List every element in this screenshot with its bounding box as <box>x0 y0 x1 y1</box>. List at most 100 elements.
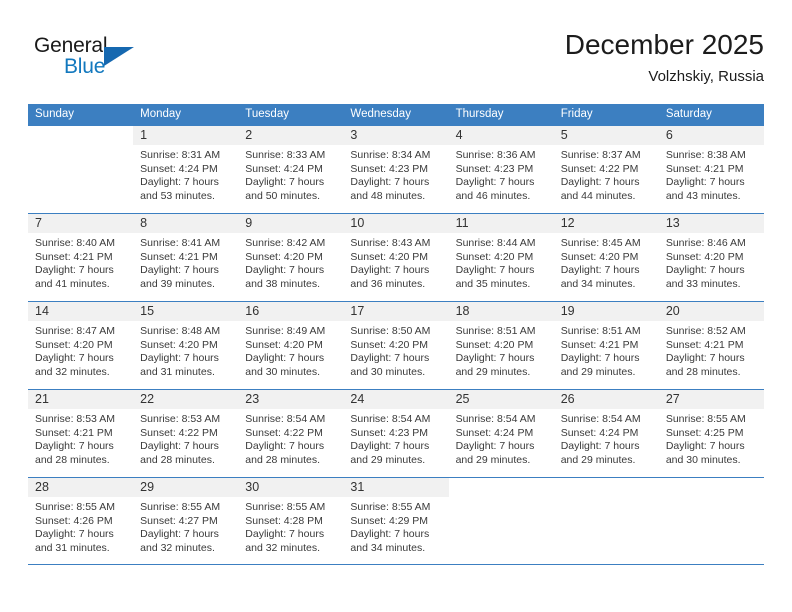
day-cell[interactable]: 25 Sunrise: 8:54 AM Sunset: 4:24 PM Dayligh… <box>448 389 554 477</box>
calendar-week-row: 1 Sunrise: 8:31 AM Sunset: 4:24 PM Daylight… <box>28 125 764 213</box>
day-cell[interactable]: 26 Sunrise: 8:54 AM Sunset: 4:24 PM Dayligh… <box>553 389 659 477</box>
sunrise-time: Sunrise: 8:54 AM <box>245 413 326 425</box>
sunrise-time: Sunrise: 8:46 AM <box>665 237 746 249</box>
day-number <box>553 478 659 497</box>
sunset-time: Sunset: 4:21 PM <box>35 426 113 439</box>
day-cell[interactable]: 29 Sunrise: 8:55 AM Sunset: 4:27 PM Dayligh… <box>133 477 239 565</box>
sunset-time: Sunset: 4:29 PM <box>350 514 429 527</box>
day-cell[interactable]: 11 Sunrise: 8:44 AM Sunset: 4:20 PM Dayligh… <box>448 213 554 301</box>
sunrise-time: Sunrise: 8:41 AM <box>140 237 221 249</box>
day-details: Sunrise: 8:55 AM Sunset: 4:28 PM Daylight:… <box>238 497 343 555</box>
day-number: 21 <box>28 390 134 409</box>
day-cell[interactable]: 13 Sunrise: 8:46 AM Sunset: 4:20 PM Dayligh… <box>658 213 764 301</box>
day-cell[interactable]: 27 Sunrise: 8:55 AM Sunset: 4:25 PM Dayligh… <box>658 389 764 477</box>
day-details: Sunrise: 8:51 AM Sunset: 4:20 PM Daylight:… <box>449 321 554 379</box>
daylight-duration-line2: and 30 minutes. <box>350 365 426 378</box>
day-details: Sunrise: 8:52 AM Sunset: 4:21 PM Daylight:… <box>659 321 764 379</box>
daylight-duration-line2: and 30 minutes. <box>665 453 741 466</box>
day-cell[interactable]: 10 Sunrise: 8:43 AM Sunset: 4:20 PM Dayligh… <box>343 213 449 301</box>
day-cell[interactable]: 28 Sunrise: 8:55 AM Sunset: 4:26 PM Dayligh… <box>28 477 134 565</box>
daylight-duration-line1: Daylight: 7 hours <box>350 528 430 541</box>
calendar-cell: 7 Sunrise: 8:40 AM Sunset: 4:21 PM Daylight… <box>28 213 134 301</box>
sunset-time: Sunset: 4:20 PM <box>560 250 639 263</box>
day-cell[interactable]: 19 Sunrise: 8:51 AM Sunset: 4:21 PM Dayligh… <box>553 301 659 389</box>
day-cell[interactable]: 5 Sunrise: 8:37 AM Sunset: 4:22 PM Daylight… <box>553 125 659 213</box>
daylight-duration-line1: Daylight: 7 hours <box>245 352 325 365</box>
day-cell[interactable]: 23 Sunrise: 8:54 AM Sunset: 4:22 PM Dayligh… <box>238 389 344 477</box>
day-cell[interactable]: 31 Sunrise: 8:55 AM Sunset: 4:29 PM Dayligh… <box>343 477 449 565</box>
calendar-body: 1 Sunrise: 8:31 AM Sunset: 4:24 PM Daylight… <box>28 125 764 565</box>
day-number: 6 <box>658 126 764 145</box>
day-number <box>448 478 554 497</box>
calendar-page: General Blue December 2025 Volzhskiy, Ru… <box>0 0 792 612</box>
day-cell[interactable]: 7 Sunrise: 8:40 AM Sunset: 4:21 PM Daylight… <box>28 213 134 301</box>
day-cell[interactable]: 24 Sunrise: 8:54 AM Sunset: 4:23 PM Dayligh… <box>343 389 449 477</box>
day-cell[interactable]: 1 Sunrise: 8:31 AM Sunset: 4:24 PM Daylight… <box>133 125 239 213</box>
day-cell[interactable]: 22 Sunrise: 8:53 AM Sunset: 4:22 PM Dayligh… <box>133 389 239 477</box>
calendar-cell: 3 Sunrise: 8:34 AM Sunset: 4:23 PM Daylight… <box>343 125 449 213</box>
page-header: General Blue December 2025 Volzhskiy, Ru… <box>28 28 764 96</box>
day-number: 20 <box>658 302 764 321</box>
daylight-duration-line2: and 32 minutes. <box>35 365 110 378</box>
day-cell[interactable]: 15 Sunrise: 8:48 AM Sunset: 4:20 PM Dayligh… <box>133 301 239 389</box>
sunrise-time: Sunrise: 8:55 AM <box>665 413 746 425</box>
day-cell[interactable]: 17 Sunrise: 8:50 AM Sunset: 4:20 PM Dayligh… <box>343 301 449 389</box>
day-number: 8 <box>133 214 239 233</box>
day-cell[interactable]: 20 Sunrise: 8:52 AM Sunset: 4:21 PM Dayligh… <box>658 301 764 389</box>
daylight-duration-line2: and 34 minutes. <box>350 541 426 554</box>
sunset-time: Sunset: 4:23 PM <box>350 162 429 175</box>
day-details: Sunrise: 8:34 AM Sunset: 4:23 PM Daylight:… <box>343 145 448 203</box>
day-cell[interactable]: 4 Sunrise: 8:36 AM Sunset: 4:23 PM Daylight… <box>448 125 554 213</box>
sunrise-time: Sunrise: 8:55 AM <box>245 501 326 513</box>
sunrise-time: Sunrise: 8:34 AM <box>350 149 431 161</box>
day-cell[interactable]: 6 Sunrise: 8:38 AM Sunset: 4:21 PM Daylight… <box>658 125 764 213</box>
sunrise-time: Sunrise: 8:55 AM <box>140 501 221 513</box>
day-cell[interactable]: 14 Sunrise: 8:47 AM Sunset: 4:20 PM Dayligh… <box>28 301 134 389</box>
day-cell[interactable]: 9 Sunrise: 8:42 AM Sunset: 4:20 PM Daylight… <box>238 213 344 301</box>
day-details: Sunrise: 8:55 AM Sunset: 4:29 PM Daylight:… <box>343 497 448 555</box>
day-cell[interactable]: 12 Sunrise: 8:45 AM Sunset: 4:20 PM Dayligh… <box>553 213 659 301</box>
calendar-cell: 15 Sunrise: 8:48 AM Sunset: 4:20 PM Dayligh… <box>133 301 239 389</box>
daylight-duration-line2: and 50 minutes. <box>245 189 320 202</box>
daylight-duration-line1: Daylight: 7 hours <box>665 352 745 365</box>
weekday-header-friday: Friday <box>553 104 659 125</box>
calendar-header-row: Sunday Monday Tuesday Wednesday Thursday… <box>28 104 764 125</box>
day-cell[interactable]: 3 Sunrise: 8:34 AM Sunset: 4:23 PM Daylight… <box>343 125 449 213</box>
day-cell[interactable]: 8 Sunrise: 8:41 AM Sunset: 4:21 PM Daylight… <box>133 213 239 301</box>
daylight-duration-line2: and 44 minutes. <box>560 189 636 202</box>
sunset-time: Sunset: 4:23 PM <box>350 426 429 439</box>
sunrise-time: Sunrise: 8:45 AM <box>560 237 641 249</box>
calendar-cell: 14 Sunrise: 8:47 AM Sunset: 4:20 PM Dayligh… <box>28 301 134 389</box>
day-details: Sunrise: 8:36 AM Sunset: 4:23 PM Daylight:… <box>449 145 554 203</box>
day-details: Sunrise: 8:47 AM Sunset: 4:20 PM Daylight:… <box>28 321 133 379</box>
calendar-cell: 27 Sunrise: 8:55 AM Sunset: 4:25 PM Dayligh… <box>658 389 764 477</box>
day-number: 18 <box>448 302 554 321</box>
sunset-time: Sunset: 4:22 PM <box>140 426 218 439</box>
daylight-duration-line1: Daylight: 7 hours <box>665 264 745 277</box>
day-cell[interactable]: 2 Sunrise: 8:33 AM Sunset: 4:24 PM Daylight… <box>238 125 344 213</box>
day-number: 15 <box>133 302 239 321</box>
daylight-duration-line1: Daylight: 7 hours <box>560 176 640 189</box>
sunset-time: Sunset: 4:25 PM <box>665 426 744 439</box>
day-cell[interactable]: 16 Sunrise: 8:49 AM Sunset: 4:20 PM Dayligh… <box>238 301 344 389</box>
daylight-duration-line2: and 29 minutes. <box>560 365 636 378</box>
day-cell[interactable]: 18 Sunrise: 8:51 AM Sunset: 4:20 PM Dayligh… <box>448 301 554 389</box>
calendar-cell: 21 Sunrise: 8:53 AM Sunset: 4:21 PM Dayligh… <box>28 389 134 477</box>
day-details: Sunrise: 8:37 AM Sunset: 4:22 PM Daylight:… <box>554 145 659 203</box>
sunrise-time: Sunrise: 8:33 AM <box>245 149 326 161</box>
sunrise-time: Sunrise: 8:54 AM <box>560 413 641 425</box>
day-cell[interactable]: 30 Sunrise: 8:55 AM Sunset: 4:28 PM Dayligh… <box>238 477 344 565</box>
daylight-duration-line1: Daylight: 7 hours <box>455 264 535 277</box>
sunset-time: Sunset: 4:20 PM <box>245 250 323 263</box>
day-cell[interactable]: 21 Sunrise: 8:53 AM Sunset: 4:21 PM Dayligh… <box>28 389 134 477</box>
day-number: 13 <box>658 214 764 233</box>
day-details: Sunrise: 8:44 AM Sunset: 4:20 PM Daylight:… <box>449 233 554 291</box>
sunset-time: Sunset: 4:21 PM <box>665 162 744 175</box>
general-blue-logo[interactable]: General Blue <box>34 34 154 86</box>
calendar-week-row: 14 Sunrise: 8:47 AM Sunset: 4:20 PM Dayligh… <box>28 301 764 389</box>
daylight-duration-line1: Daylight: 7 hours <box>455 176 535 189</box>
day-number: 17 <box>343 302 449 321</box>
weekday-header-tuesday: Tuesday <box>238 104 344 125</box>
sunrise-time: Sunrise: 8:43 AM <box>350 237 431 249</box>
sunset-time: Sunset: 4:22 PM <box>560 162 639 175</box>
